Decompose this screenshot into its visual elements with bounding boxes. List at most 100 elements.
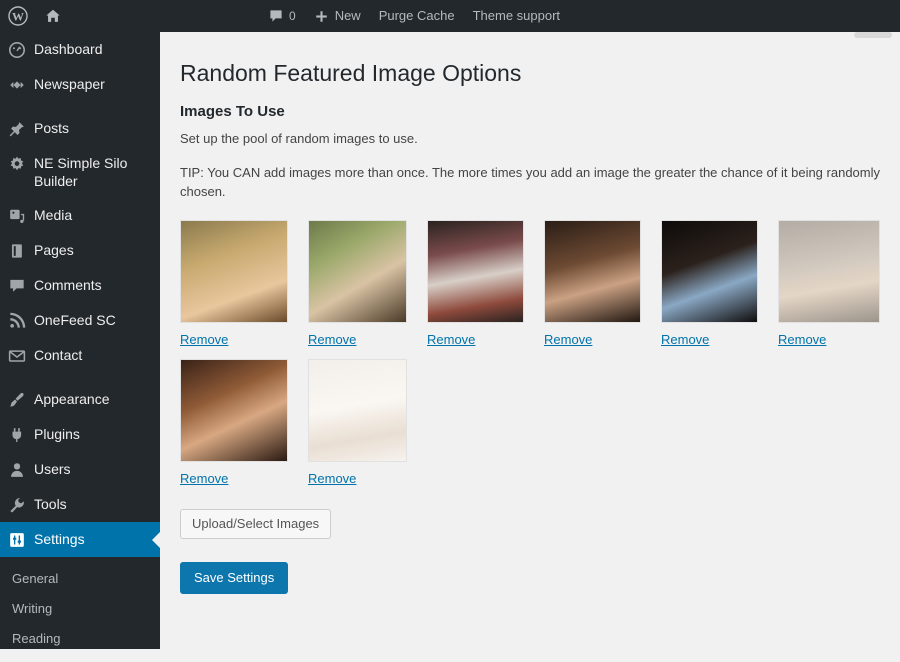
upload-select-images-button[interactable]: Upload/Select Images [180, 508, 332, 539]
image-pool-item: Remove [180, 358, 288, 488]
thumbnail-artwork [181, 359, 287, 461]
image-pool-item: Remove [427, 219, 524, 349]
image-thumbnail [778, 219, 880, 323]
plugin-icon [0, 425, 34, 444]
settings-submenu: General Writing Reading [0, 557, 160, 662]
dashboard-icon [0, 40, 34, 59]
remove-image-link[interactable]: Remove [661, 332, 709, 348]
sidebar-item-label: Tools [34, 496, 67, 512]
plus-icon [315, 10, 327, 22]
thumbnail-artwork [662, 220, 757, 322]
submenu-item-writing[interactable]: Writing [0, 594, 160, 624]
pin-icon [0, 119, 34, 138]
purge-cache-label: Purge Cache [378, 8, 455, 23]
remove-image-link[interactable]: Remove [308, 471, 356, 487]
image-pool-item: Remove [544, 219, 641, 349]
remove-image-link[interactable]: Remove [427, 332, 475, 348]
image-pool-item: Remove [778, 219, 880, 349]
new-content-label: New [334, 8, 361, 23]
sidebar-item-label: Settings [34, 531, 85, 547]
sidebar-item-label: Pages [34, 242, 74, 258]
newspaper-icon [0, 75, 34, 94]
settings-icon [0, 530, 34, 549]
page-icon [0, 241, 34, 260]
comment-icon [0, 276, 34, 295]
image-thumbnail [308, 219, 407, 323]
sidebar-item-media[interactable]: Media [0, 198, 160, 233]
sidebar-item-posts[interactable]: Posts [0, 111, 160, 146]
scrollbar-thumb[interactable] [854, 32, 892, 38]
section-tip: TIP: You CAN add images more than once. … [180, 164, 880, 200]
image-pool-item: Remove [308, 219, 407, 349]
remove-image-link[interactable]: Remove [308, 332, 356, 348]
options-page-wrap: Random Featured Image Options Images To … [160, 32, 900, 594]
wordpress-logo-button[interactable]: W [0, 0, 36, 32]
sidebar-item-users[interactable]: Users [0, 452, 160, 487]
image-pool-item: Remove [308, 358, 407, 488]
remove-image-link[interactable]: Remove [180, 332, 228, 348]
wrench-icon [0, 495, 34, 514]
comments-bubble-button[interactable]: 0 [262, 0, 305, 32]
section-description: Set up the pool of random images to use. [180, 131, 418, 146]
sidebar-item-label: Dashboard [34, 41, 103, 57]
image-row: Remove Remove [180, 358, 880, 488]
theme-support-label: Theme support [472, 8, 561, 23]
users-icon [0, 460, 34, 479]
image-thumbnail [544, 219, 641, 323]
image-thumbnail [180, 219, 288, 323]
thumbnail-artwork [545, 220, 640, 322]
sidebar-item-newspaper[interactable]: Newspaper [0, 67, 160, 102]
remove-image-link[interactable]: Remove [180, 471, 228, 487]
sidebar-item-onefeed-sc[interactable]: OneFeed SC [0, 303, 160, 338]
image-thumbnail [427, 219, 524, 323]
image-thumbnail [661, 219, 758, 323]
sidebar-item-label: Posts [34, 120, 70, 136]
sidebar-item-label: Comments [34, 277, 102, 293]
comment-bubble-icon [270, 10, 282, 22]
sidebar-item-label: Appearance [34, 391, 110, 407]
sidebar-item-comments[interactable]: Comments [0, 268, 160, 303]
save-settings-button[interactable]: Save Settings [180, 561, 289, 594]
envelope-icon [0, 346, 34, 365]
thumbnail-artwork [428, 220, 523, 322]
gear-icon [0, 154, 34, 173]
sidebar-item-appearance[interactable]: Appearance [0, 382, 160, 417]
sidebar-item-label: Plugins [34, 426, 80, 442]
image-pool-item: Remove [180, 219, 288, 349]
paintbrush-icon [0, 390, 34, 409]
sidebar-item-contact[interactable]: Contact [0, 338, 160, 373]
sidebar-item-plugins[interactable]: Plugins [0, 417, 160, 452]
remove-image-link[interactable]: Remove [778, 332, 826, 348]
image-thumbnail [308, 358, 407, 462]
sidebar-item-settings[interactable]: Settings [0, 522, 160, 557]
admin-bar: W 0 New Purge Cache Theme support [0, 0, 900, 32]
page-title: Random Featured Image Options [180, 60, 522, 86]
sidebar-item-label: OneFeed SC [34, 312, 116, 328]
thumbnail-artwork [309, 220, 406, 322]
sidebar-item-label: Newspaper [34, 76, 105, 92]
new-content-button[interactable]: New [305, 0, 370, 32]
thumbnail-artwork [309, 359, 406, 461]
sidebar-item-label: Users [34, 461, 71, 477]
sidebar-item-pages[interactable]: Pages [0, 233, 160, 268]
submenu-item-reading[interactable]: Reading [0, 624, 160, 654]
purge-cache-button[interactable]: Purge Cache [370, 0, 464, 32]
sidebar-item-ne-simple-silo-builder[interactable]: NE Simple Silo Builder [0, 146, 160, 198]
image-pool: Remove Remove Remove Remove Remove Remove Remo… [180, 219, 880, 488]
image-row: Remove Remove Remove Remove Remove Remove [180, 219, 880, 349]
svg-text:W: W [12, 10, 24, 24]
sidebar-item-label: Media [34, 207, 73, 223]
admin-sidebar-menu: Dashboard Newspaper Posts NE Simple Silo Bu… [0, 32, 160, 649]
thumbnail-artwork [779, 220, 879, 322]
sidebar-item-dashboard[interactable]: Dashboard [0, 32, 160, 67]
image-thumbnail [180, 358, 288, 462]
theme-support-button[interactable]: Theme support [464, 0, 569, 32]
comments-count: 0 [289, 9, 296, 23]
section-title: Images To Use [180, 103, 285, 120]
sidebar-item-tools[interactable]: Tools [0, 487, 160, 522]
sidebar-item-label: NE Simple Silo Builder [34, 155, 128, 189]
site-home-button[interactable] [36, 0, 70, 32]
submenu-item-general[interactable]: General [0, 564, 160, 594]
remove-image-link[interactable]: Remove [544, 332, 592, 348]
content-area: Random Featured Image Options Images To … [160, 32, 900, 649]
